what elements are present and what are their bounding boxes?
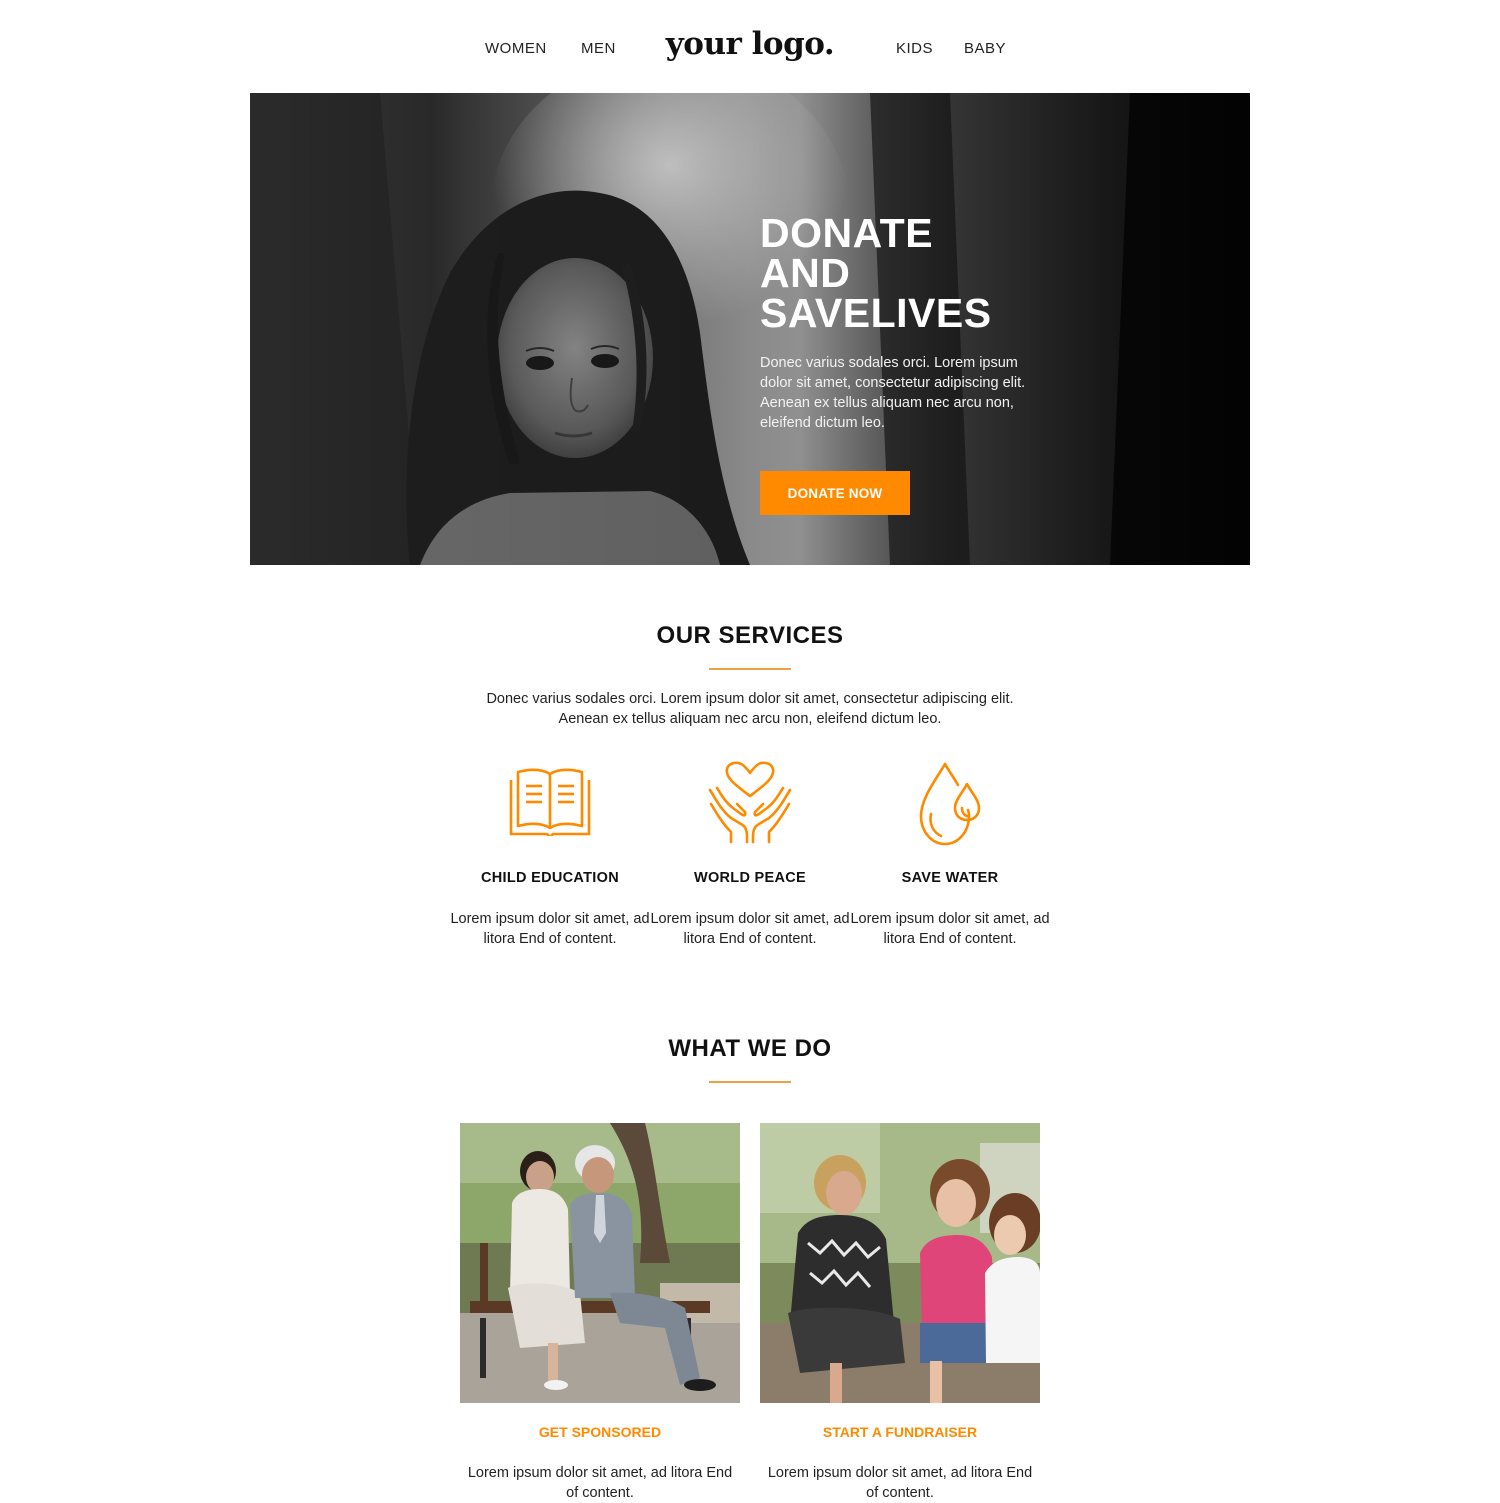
hero-description: Donec varius sodales orci. Lorem ipsum d… (760, 355, 1026, 431)
hero-photo (250, 93, 1250, 565)
hero-title-line: AND (760, 250, 851, 296)
card-start-fundraiser: START A FUNDRAISER Lorem ipsum dolor sit… (760, 1123, 1040, 1501)
what-we-do-heading: WHAT WE DO (668, 1035, 832, 1062)
service-text: Lorem ipsum dolor sit amet, ad litora En… (450, 911, 650, 947)
nav-item-women[interactable]: WOMEN (485, 40, 547, 57)
services-heading-divider (709, 668, 791, 670)
top-navigation: WOMEN MEN your logo. KIDS BABY (0, 0, 1500, 93)
services-intro-line: Aenean ex tellus aliquam nec arcu non, e… (558, 711, 942, 727)
nav-item-baby[interactable]: BABY (964, 40, 1006, 57)
nav-item-kids[interactable]: KIDS (896, 40, 933, 57)
elderly-couple-photo (460, 1123, 740, 1403)
service-text: Lorem ipsum dolor sit amet, ad litora En… (650, 911, 850, 947)
heart-hands-icon (708, 761, 792, 844)
service-child-education: CHILD EDUCATION Lorem ipsum dolor sit am… (450, 760, 650, 947)
woman-with-girls-photo (760, 1123, 1040, 1403)
service-title: CHILD EDUCATION (481, 870, 619, 886)
nav-item-men[interactable]: MEN (581, 40, 616, 57)
donate-now-button[interactable]: DONATE NOW (760, 471, 910, 515)
services-intro-line: Donec varius sodales orci. Lorem ipsum d… (486, 691, 1014, 707)
service-title: SAVE WATER (901, 870, 999, 886)
get-sponsored-link[interactable]: GET SPONSORED (460, 1424, 740, 1440)
services-heading: OUR SERVICES (656, 622, 844, 649)
start-fundraiser-link[interactable]: START A FUNDRAISER (760, 1424, 1040, 1440)
service-world-peace: WORLD PEACE Lorem ipsum dolor sit amet, … (650, 760, 850, 947)
service-text: Lorem ipsum dolor sit amet, ad litora En… (850, 911, 1050, 947)
hero-title: DONATE AND SAVELIVES (760, 210, 992, 336)
card-get-sponsored: GET SPONSORED Lorem ipsum dolor sit amet… (460, 1123, 740, 1501)
what-we-do-heading-divider (709, 1081, 791, 1083)
service-save-water: SAVE WATER Lorem ipsum dolor sit amet, a… (850, 760, 1050, 947)
card-text: Lorem ipsum dolor sit amet, ad litora En… (767, 1465, 1033, 1501)
book-icon (509, 768, 591, 836)
water-drop-icon (919, 762, 981, 846)
services-intro: Donec varius sodales orci. Lorem ipsum d… (0, 689, 1500, 729)
hero-title-line: SAVELIVES (760, 290, 992, 336)
hero-banner: DONATE AND SAVELIVES Donec varius sodale… (250, 93, 1250, 565)
hero-title-line: DONATE (760, 210, 934, 256)
service-title: WORLD PEACE (693, 870, 807, 886)
logo: your logo. (665, 26, 835, 62)
card-text: Lorem ipsum dolor sit amet, ad litora En… (467, 1465, 733, 1501)
